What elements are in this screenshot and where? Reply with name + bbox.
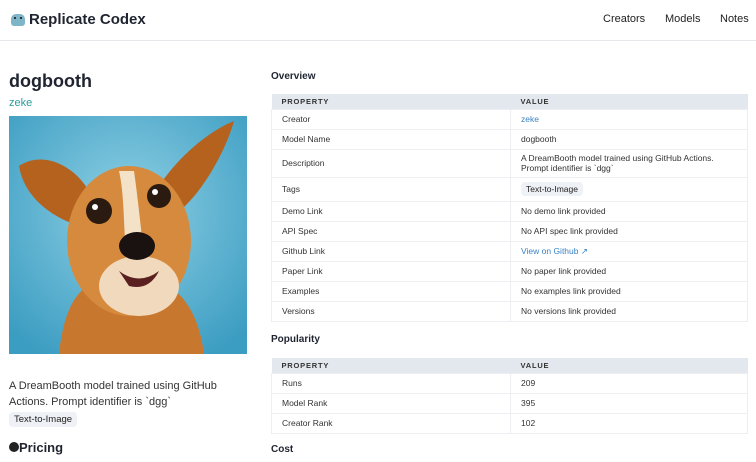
table-row: Runs 209 (271, 372, 748, 394)
table-row: Tags Text-to-Image (271, 176, 748, 202)
value-cell: No versions link provided (510, 300, 748, 322)
popularity-table: PROPERTY VALUE Runs 209 Model Rank 395 Crea… (271, 358, 748, 434)
table-row: Demo Link No demo link provided (271, 200, 748, 222)
value-cell: A DreamBooth model trained using GitHub … (510, 148, 748, 178)
table-row: Creator Rank 102 (271, 412, 748, 434)
property-cell: Creator Rank (271, 412, 511, 434)
property-cell: Versions (271, 300, 511, 322)
table-row: Github Link View on Github ↗ (271, 240, 748, 262)
tag-badge[interactable]: Text-to-Image (9, 412, 78, 427)
property-cell: Runs (271, 372, 511, 394)
property-cell: Paper Link (271, 260, 511, 282)
property-cell: Model Rank (271, 392, 511, 414)
table-row: Model Rank 395 (271, 392, 748, 414)
property-cell: Creator (271, 108, 511, 130)
property-cell: API Spec (271, 220, 511, 242)
model-description: A DreamBooth model trained using GitHub … (9, 380, 217, 408)
table-row: API Spec No API spec link provided (271, 220, 748, 242)
value-cell: No demo link provided (510, 200, 748, 222)
model-image (9, 116, 247, 354)
col-header: VALUE (510, 358, 748, 373)
creator-link[interactable]: zeke (9, 97, 32, 109)
table-row: Description A DreamBooth model trained us… (271, 148, 748, 178)
property-cell: Github Link (271, 240, 511, 262)
table-row: Versions No versions link provided (271, 300, 748, 322)
pricing-heading: Pricing (9, 440, 63, 455)
value-cell: No API spec link provided (510, 220, 748, 242)
model-title: dogbooth (9, 71, 92, 91)
property-cell: Description (271, 148, 511, 178)
overview-heading: Overview (271, 71, 316, 82)
robot-icon (11, 13, 25, 26)
nav-models[interactable]: Models (665, 13, 700, 25)
property-cell: Demo Link (271, 200, 511, 222)
col-header: PROPERTY (271, 358, 511, 373)
nav-notes[interactable]: Notes (720, 13, 749, 25)
brand-link[interactable]: Replicate Codex (11, 11, 146, 28)
brand-name: Replicate Codex (29, 11, 146, 28)
value-cell: 102 (510, 412, 748, 434)
popularity-heading: Popularity (271, 334, 320, 345)
col-header: PROPERTY (271, 94, 511, 109)
value-cell: 395 (510, 392, 748, 414)
creator-link[interactable]: zeke (521, 114, 539, 124)
table-row: Creator zeke (271, 108, 748, 130)
table-row: Examples No examples link provided (271, 280, 748, 302)
property-cell: Examples (271, 280, 511, 302)
cost-heading: Cost (271, 444, 294, 455)
overview-table: PROPERTY VALUE Creator zeke Model Name dogb… (271, 94, 748, 322)
external-link-icon: ↗ (580, 245, 588, 256)
col-header: VALUE (510, 94, 748, 109)
top-nav: Replicate Codex Creators Models Notes (0, 0, 756, 41)
value-cell: No examples link provided (510, 280, 748, 302)
table-row: Model Name dogbooth (271, 128, 748, 150)
property-cell: Model Name (271, 128, 511, 150)
property-cell: Tags (271, 176, 511, 202)
value-cell: No paper link provided (510, 260, 748, 282)
nav-creators[interactable]: Creators (603, 13, 645, 25)
tag-badge[interactable]: Text-to-Image (521, 182, 583, 196)
value-cell: 209 (510, 372, 748, 394)
github-link[interactable]: View on Github (521, 246, 579, 256)
value-cell: dogbooth (510, 128, 748, 150)
dollar-icon (9, 442, 19, 452)
table-row: Paper Link No paper link provided (271, 260, 748, 282)
